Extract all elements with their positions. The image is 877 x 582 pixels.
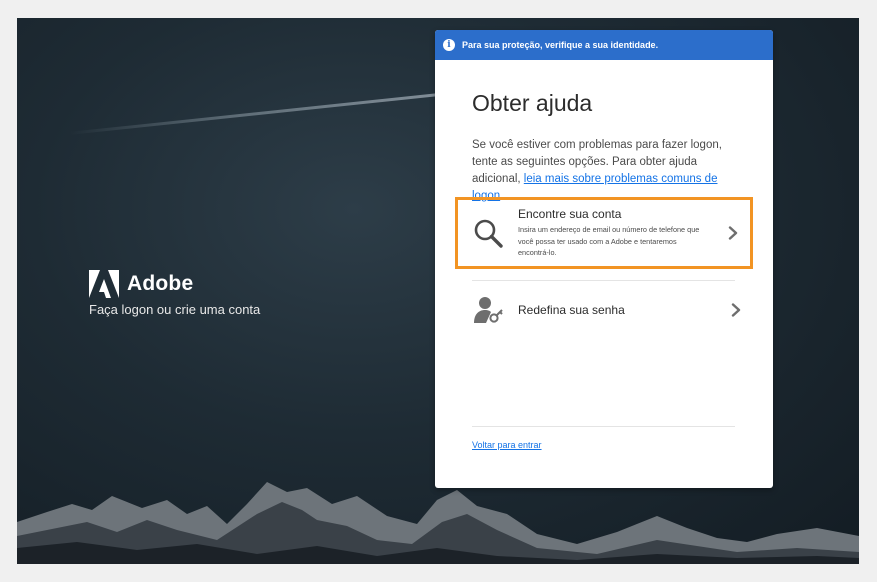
help-content: Obter ajuda Se você estiver com problema… — [472, 90, 740, 205]
find-account-text: Encontre sua conta Insira um endereço de… — [518, 207, 708, 259]
footer-divider — [472, 426, 735, 427]
page-title: Obter ajuda — [472, 90, 593, 116]
options-divider — [472, 280, 735, 281]
brand-name: Adobe — [127, 272, 194, 295]
chevron-right-icon — [728, 226, 738, 240]
user-key-icon — [474, 297, 503, 323]
info-icon: i — [443, 39, 455, 51]
chevron-right-icon — [731, 303, 741, 317]
reset-password-text: Redefina sua senha — [518, 303, 708, 317]
identity-banner: i Para sua proteção, verifique a sua ide… — [435, 30, 773, 60]
reset-password-option[interactable]: Redefina sua senha — [455, 288, 753, 332]
reset-password-title: Redefina sua senha — [518, 303, 625, 317]
banner-text: Para sua proteção, verifique a sua ident… — [462, 40, 659, 50]
back-to-sign-in-link[interactable]: Voltar para entrar — [472, 440, 542, 450]
find-account-option[interactable]: Encontre sua conta Insira um endereço de… — [455, 197, 753, 269]
brand-subtitle: Faça logon ou crie uma conta — [89, 302, 261, 317]
help-intro: Se você estiver com problemas para fazer… — [472, 137, 740, 205]
find-account-title: Encontre sua conta — [518, 207, 622, 222]
search-icon — [474, 219, 503, 248]
adobe-logo-icon — [89, 270, 119, 298]
adobe-branding: Adobe Faça logon ou crie uma conta — [89, 270, 260, 317]
sky-contrail — [69, 88, 488, 135]
help-panel: i Para sua proteção, verifique a sua ide… — [435, 30, 773, 488]
find-account-description: Insira um endereço de email ou número de… — [518, 225, 700, 258]
